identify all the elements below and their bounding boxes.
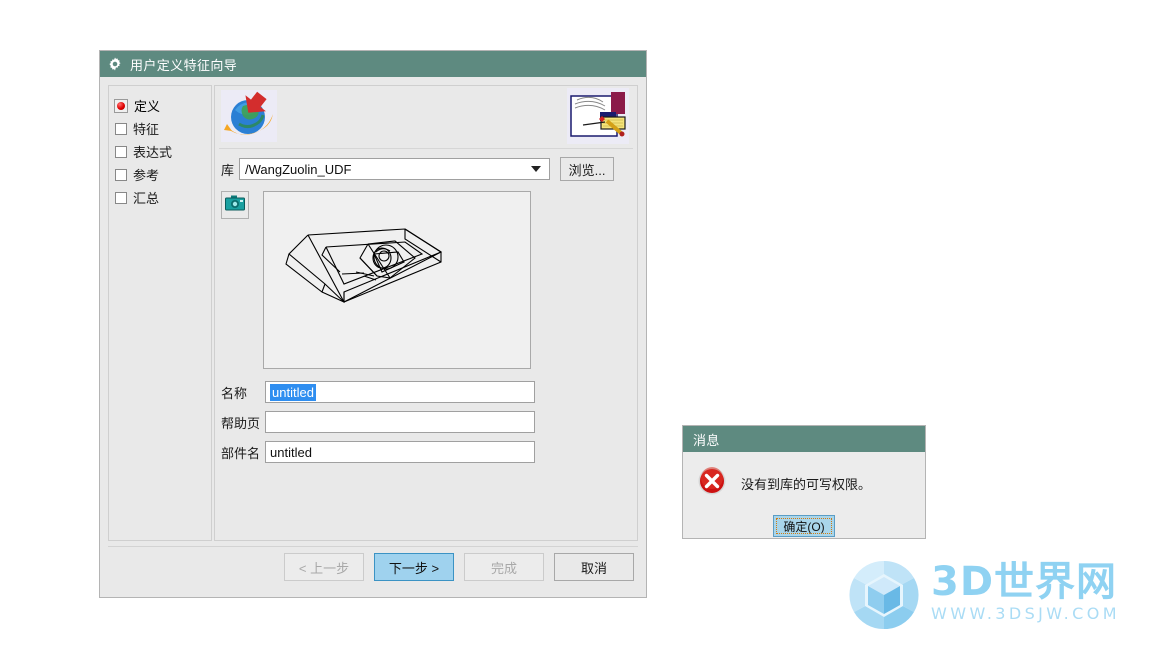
help-page-field-row: 帮助页 xyxy=(221,411,631,433)
sidebar-item-summary[interactable]: 汇总 xyxy=(115,186,211,209)
sidebar-item-feature[interactable]: 特征 xyxy=(115,117,211,140)
part-name-input[interactable]: untitled xyxy=(265,441,535,463)
sidebar-item-label: 汇总 xyxy=(133,191,160,206)
sidebar-item-label: 参考 xyxy=(133,168,160,183)
message-footer: 确定(O) xyxy=(683,515,925,537)
wizard-step-sidebar: 定义 特征 表达式 参考 汇总 xyxy=(108,85,212,541)
checkbox-icon xyxy=(115,191,127,204)
help-page-field-label: 帮助页 xyxy=(221,415,261,431)
cube-hexagon-logo-icon xyxy=(845,560,923,636)
back-button[interactable]: < 上一步 xyxy=(284,553,364,581)
checkbox-icon xyxy=(115,122,127,135)
part-name-field-label: 部件名 xyxy=(221,445,261,461)
checkbox-icon xyxy=(115,168,127,181)
library-row: 库 /WangZuolin_UDF 浏览... xyxy=(221,157,631,181)
field-group: 名称 untitled 帮助页 部件名 untitled xyxy=(221,381,631,463)
watermark-main: 3D世界网 xyxy=(931,559,1118,605)
sidebar-item-label: 特征 xyxy=(133,122,160,137)
preview-row xyxy=(221,191,631,369)
library-label: 库 xyxy=(221,162,235,178)
name-input[interactable]: untitled xyxy=(265,381,535,403)
watermark-text: 3D世界网 WWW.3DSJW.COM xyxy=(931,560,1120,623)
ok-button[interactable]: 确定(O) xyxy=(773,515,835,537)
chevron-down-icon[interactable] xyxy=(531,166,542,172)
wizard-content-panel: 库 /WangZuolin_UDF 浏览... 名称 untitled 帮助页 … xyxy=(214,85,638,541)
camera-button[interactable] xyxy=(221,191,249,219)
wizard-footer: < 上一步 下一步 > 完成 取消 xyxy=(108,546,638,587)
hand-writing-icon xyxy=(567,88,629,144)
part-name-field-row: 部件名 untitled xyxy=(221,441,631,463)
sidebar-item-label: 定义 xyxy=(134,99,161,114)
message-body: 没有到库的可写权限。 xyxy=(683,452,925,501)
wizard-titlebar: 用户定义特征向导 xyxy=(100,51,646,77)
camera-icon xyxy=(225,195,245,216)
message-dialog: 消息 没有到库的可写权限。 确定(O) xyxy=(682,425,926,539)
message-title: 消息 xyxy=(693,432,720,448)
content-header xyxy=(219,88,633,149)
checkbox-icon xyxy=(115,145,127,158)
finish-button[interactable]: 完成 xyxy=(464,553,544,581)
sidebar-item-reference[interactable]: 参考 xyxy=(115,163,211,186)
watermark-sub: WWW.3DSJW.COM xyxy=(931,604,1120,623)
message-titlebar: 消息 xyxy=(683,426,925,452)
sidebar-item-definition[interactable]: 定义 xyxy=(114,94,211,117)
model-preview[interactable] xyxy=(263,191,531,369)
watermark: 3D世界网 WWW.3DSJW.COM xyxy=(845,558,1145,634)
udf-wizard-dialog: 用户定义特征向导 定义 特征 表达式 参考 汇总 库 /WangZuolin_U… xyxy=(99,50,647,598)
part-name-input-value: untitled xyxy=(270,444,312,460)
next-button[interactable]: 下一步 > xyxy=(374,553,454,581)
wizard-body: 定义 特征 表达式 参考 汇总 库 /WangZuolin_UDF 浏览... … xyxy=(108,85,638,541)
library-combobox[interactable]: /WangZuolin_UDF xyxy=(239,158,551,180)
radio-selected-icon xyxy=(114,98,128,113)
message-text: 没有到库的可写权限。 xyxy=(741,477,872,492)
browse-button[interactable]: 浏览... xyxy=(560,157,615,181)
error-icon xyxy=(697,466,727,501)
wizard-title: 用户定义特征向导 xyxy=(130,57,238,73)
globe-wizard-icon xyxy=(221,90,277,142)
name-field-row: 名称 untitled xyxy=(221,381,631,403)
help-page-input[interactable] xyxy=(265,411,535,433)
sidebar-item-expression[interactable]: 表达式 xyxy=(115,140,211,163)
sidebar-item-label: 表达式 xyxy=(133,145,173,160)
name-input-value: untitled xyxy=(270,383,316,401)
cancel-button[interactable]: 取消 xyxy=(554,553,634,581)
name-field-label: 名称 xyxy=(221,385,248,401)
library-value: /WangZuolin_UDF xyxy=(245,161,352,177)
gear-icon xyxy=(108,57,122,71)
